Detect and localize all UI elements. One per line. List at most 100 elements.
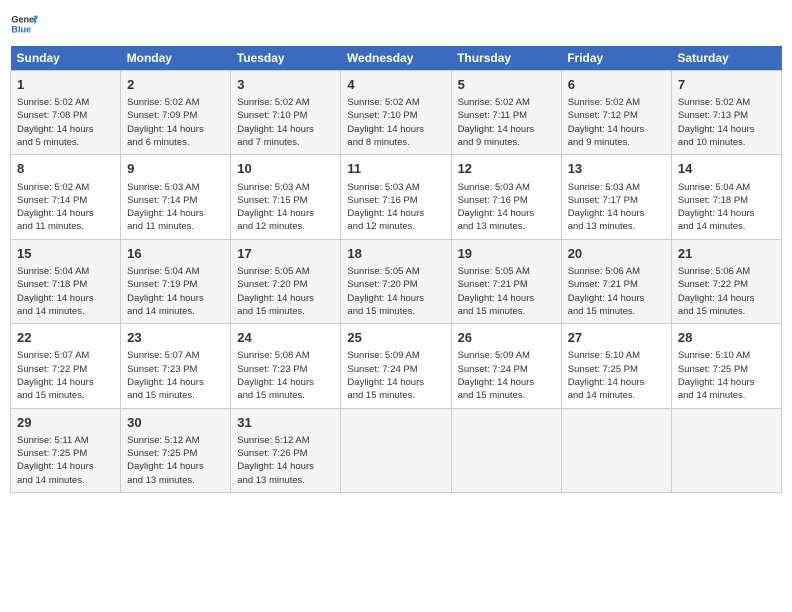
- day-number: 29: [17, 414, 114, 432]
- day-number: 18: [347, 245, 444, 263]
- calendar-cell: 19Sunrise: 5:05 AM Sunset: 7:21 PM Dayli…: [451, 239, 561, 323]
- day-info: Sunrise: 5:04 AM Sunset: 7:18 PM Dayligh…: [17, 265, 114, 318]
- calendar-cell: 24 Sunrise: 5:08 AM Sunset: 7:23 PM Dayli…: [231, 324, 341, 408]
- weekday-header-monday: Monday: [121, 46, 231, 71]
- day-info: Sunrise: 5:09 AM Sunset: 7:24 PM Dayligh…: [458, 349, 555, 402]
- calendar-cell: 9Sunrise: 5:03 AM Sunset: 7:14 PM Daylig…: [121, 155, 231, 239]
- day-info: Sunrise: 5:06 AM Sunset: 7:21 PM Dayligh…: [568, 265, 665, 318]
- day-info: Sunrise: 5:02 AM Sunset: 7:09 PM Dayligh…: [127, 96, 224, 149]
- weekday-header-wednesday: Wednesday: [341, 46, 451, 71]
- day-number: 26: [458, 329, 555, 347]
- day-info: Sunrise: 5:05 AM Sunset: 7:20 PM Dayligh…: [237, 265, 334, 318]
- day-info: Sunrise: 5:02 AM Sunset: 7:14 PM Dayligh…: [17, 181, 114, 234]
- day-info: Sunrise: 5:11 AM Sunset: 7:25 PM Dayligh…: [17, 434, 114, 487]
- day-number: 19: [458, 245, 555, 263]
- day-info: Sunrise: 5:02 AM Sunset: 7:08 PM Dayligh…: [17, 96, 114, 149]
- day-info: Sunrise: 5:05 AM Sunset: 7:20 PM Dayligh…: [347, 265, 444, 318]
- day-info: Sunrise: 5:06 AM Sunset: 7:22 PM Dayligh…: [678, 265, 775, 318]
- day-info: Sunrise: 5:02 AM Sunset: 7:13 PM Dayligh…: [678, 96, 775, 149]
- day-number: 4: [347, 76, 444, 94]
- calendar-cell: 7 Sunrise: 5:02 AM Sunset: 7:13 PM Daylig…: [671, 71, 781, 155]
- calendar-cell: 8 Sunrise: 5:02 AM Sunset: 7:14 PM Daylig…: [11, 155, 121, 239]
- day-info: Sunrise: 5:12 AM Sunset: 7:26 PM Dayligh…: [237, 434, 334, 487]
- weekday-header-saturday: Saturday: [671, 46, 781, 71]
- calendar-cell: 11 Sunrise: 5:03 AM Sunset: 7:16 PM Dayli…: [341, 155, 451, 239]
- calendar-cell: 1 Sunrise: 5:02 AM Sunset: 7:08 PM Daylig…: [11, 71, 121, 155]
- day-number: 1: [17, 76, 114, 94]
- calendar-cell: [341, 408, 451, 492]
- day-number: 11: [347, 160, 444, 178]
- day-number: 5: [458, 76, 555, 94]
- day-info: Sunrise: 5:02 AM Sunset: 7:12 PM Dayligh…: [568, 96, 665, 149]
- calendar-cell: [451, 408, 561, 492]
- logo: General Blue: [10, 10, 38, 38]
- day-info: Sunrise: 5:02 AM Sunset: 7:11 PM Dayligh…: [458, 96, 555, 149]
- day-number: 17: [237, 245, 334, 263]
- logo-icon: General Blue: [10, 10, 38, 38]
- calendar-cell: 18 Sunrise: 5:05 AM Sunset: 7:20 PM Dayli…: [341, 239, 451, 323]
- day-number: 8: [17, 160, 114, 178]
- day-number: 24: [237, 329, 334, 347]
- day-number: 12: [458, 160, 555, 178]
- calendar-cell: 3 Sunrise: 5:02 AM Sunset: 7:10 PM Daylig…: [231, 71, 341, 155]
- day-number: 10: [237, 160, 334, 178]
- day-info: Sunrise: 5:04 AM Sunset: 7:19 PM Dayligh…: [127, 265, 224, 318]
- day-number: 3: [237, 76, 334, 94]
- calendar-cell: 22Sunrise: 5:07 AM Sunset: 7:22 PM Dayli…: [11, 324, 121, 408]
- day-number: 21: [678, 245, 775, 263]
- day-number: 7: [678, 76, 775, 94]
- day-number: 15: [17, 245, 114, 263]
- calendar-cell: 5 Sunrise: 5:02 AM Sunset: 7:11 PM Daylig…: [451, 71, 561, 155]
- calendar-cell: 23 Sunrise: 5:07 AM Sunset: 7:23 PM Dayli…: [121, 324, 231, 408]
- day-number: 13: [568, 160, 665, 178]
- calendar-cell: 25Sunrise: 5:09 AM Sunset: 7:24 PM Dayli…: [341, 324, 451, 408]
- calendar-cell: 21 Sunrise: 5:06 AM Sunset: 7:22 PM Dayli…: [671, 239, 781, 323]
- weekday-header-friday: Friday: [561, 46, 671, 71]
- calendar-cell: 30 Sunrise: 5:12 AM Sunset: 7:25 PM Dayli…: [121, 408, 231, 492]
- calendar-cell: 29 Sunrise: 5:11 AM Sunset: 7:25 PM Dayli…: [11, 408, 121, 492]
- calendar-week-4: 22Sunrise: 5:07 AM Sunset: 7:22 PM Dayli…: [11, 324, 782, 408]
- calendar-cell: 16Sunrise: 5:04 AM Sunset: 7:19 PM Dayli…: [121, 239, 231, 323]
- day-info: Sunrise: 5:10 AM Sunset: 7:25 PM Dayligh…: [568, 349, 665, 402]
- calendar-week-5: 29 Sunrise: 5:11 AM Sunset: 7:25 PM Dayli…: [11, 408, 782, 492]
- calendar-cell: 20 Sunrise: 5:06 AM Sunset: 7:21 PM Dayli…: [561, 239, 671, 323]
- day-info: Sunrise: 5:03 AM Sunset: 7:16 PM Dayligh…: [458, 181, 555, 234]
- day-number: 14: [678, 160, 775, 178]
- calendar-cell: 10Sunrise: 5:03 AM Sunset: 7:15 PM Dayli…: [231, 155, 341, 239]
- day-info: Sunrise: 5:02 AM Sunset: 7:10 PM Dayligh…: [347, 96, 444, 149]
- calendar-cell: 12 Sunrise: 5:03 AM Sunset: 7:16 PM Dayli…: [451, 155, 561, 239]
- calendar-cell: 27 Sunrise: 5:10 AM Sunset: 7:25 PM Dayli…: [561, 324, 671, 408]
- day-number: 2: [127, 76, 224, 94]
- calendar-cell: [671, 408, 781, 492]
- day-number: 23: [127, 329, 224, 347]
- calendar-week-1: 1 Sunrise: 5:02 AM Sunset: 7:08 PM Daylig…: [11, 71, 782, 155]
- day-number: 6: [568, 76, 665, 94]
- calendar-table: SundayMondayTuesdayWednesdayThursdayFrid…: [10, 46, 782, 493]
- calendar-cell: 6 Sunrise: 5:02 AM Sunset: 7:12 PM Daylig…: [561, 71, 671, 155]
- day-info: Sunrise: 5:02 AM Sunset: 7:10 PM Dayligh…: [237, 96, 334, 149]
- calendar-cell: 28 Sunrise: 5:10 AM Sunset: 7:25 PM Dayli…: [671, 324, 781, 408]
- page-header: General Blue: [10, 10, 782, 38]
- day-number: 20: [568, 245, 665, 263]
- calendar-cell: 14Sunrise: 5:04 AM Sunset: 7:18 PM Dayli…: [671, 155, 781, 239]
- svg-text:Blue: Blue: [11, 24, 31, 34]
- day-number: 31: [237, 414, 334, 432]
- day-info: Sunrise: 5:10 AM Sunset: 7:25 PM Dayligh…: [678, 349, 775, 402]
- day-info: Sunrise: 5:03 AM Sunset: 7:17 PM Dayligh…: [568, 181, 665, 234]
- day-number: 22: [17, 329, 114, 347]
- day-info: Sunrise: 5:03 AM Sunset: 7:16 PM Dayligh…: [347, 181, 444, 234]
- day-info: Sunrise: 5:07 AM Sunset: 7:23 PM Dayligh…: [127, 349, 224, 402]
- day-number: 9: [127, 160, 224, 178]
- day-number: 28: [678, 329, 775, 347]
- calendar-cell: [561, 408, 671, 492]
- day-number: 25: [347, 329, 444, 347]
- calendar-week-3: 15 Sunrise: 5:04 AM Sunset: 7:18 PM Dayli…: [11, 239, 782, 323]
- weekday-header-sunday: Sunday: [11, 46, 121, 71]
- day-number: 27: [568, 329, 665, 347]
- calendar-cell: 26 Sunrise: 5:09 AM Sunset: 7:24 PM Dayli…: [451, 324, 561, 408]
- day-number: 30: [127, 414, 224, 432]
- day-info: Sunrise: 5:08 AM Sunset: 7:23 PM Dayligh…: [237, 349, 334, 402]
- weekday-header-tuesday: Tuesday: [231, 46, 341, 71]
- day-info: Sunrise: 5:12 AM Sunset: 7:25 PM Dayligh…: [127, 434, 224, 487]
- calendar-cell: 17 Sunrise: 5:05 AM Sunset: 7:20 PM Dayli…: [231, 239, 341, 323]
